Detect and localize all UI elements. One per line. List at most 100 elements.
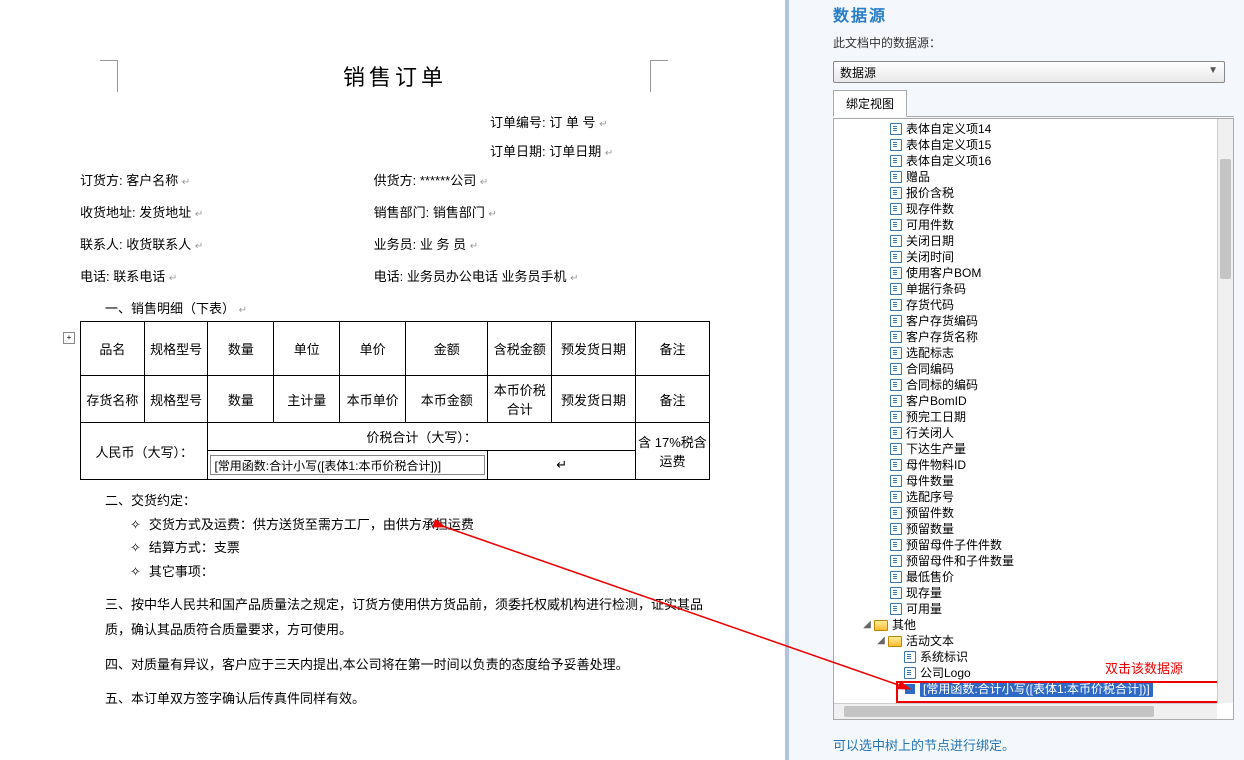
formula-input[interactable] bbox=[210, 455, 485, 475]
tree-item[interactable]: 下达生产量 bbox=[890, 441, 1233, 457]
addr-label: 收货地址: bbox=[80, 205, 136, 220]
section-3: 三、按中华人民共和国产品质量法之规定，订货方使用供方货品前，须委托权威机构进行检… bbox=[105, 593, 710, 642]
tree-folder[interactable]: ◢ 其他 bbox=[862, 617, 1233, 633]
td-amount: 本币金额 bbox=[406, 376, 488, 423]
tree-item[interactable]: 预完工日期 bbox=[890, 409, 1233, 425]
panel-title: 数据源 bbox=[789, 0, 1244, 32]
td-unit: 主计量 bbox=[274, 376, 340, 423]
expander-icon[interactable]: ◢ bbox=[862, 620, 872, 630]
tree-item[interactable]: 关闭日期 bbox=[890, 233, 1233, 249]
file-icon bbox=[890, 363, 902, 375]
formula-cell[interactable] bbox=[208, 451, 488, 480]
tree-item[interactable]: 报价含税 bbox=[890, 185, 1233, 201]
rmb-upper-cell: 人民币（大写）： bbox=[81, 423, 208, 480]
tab-binding-view[interactable]: 绑定视图 bbox=[833, 90, 907, 117]
section-4: 四、对质量有异议，客户应于三天内提出,本公司将在第一时间以负责的态度给予妥善处理… bbox=[105, 653, 710, 678]
tree-item[interactable]: 表体自定义项15 bbox=[890, 137, 1233, 153]
tree-item[interactable]: 表体自定义项16 bbox=[890, 153, 1233, 169]
tree-item-label: 客户BomID bbox=[906, 393, 967, 409]
file-icon bbox=[890, 299, 902, 311]
tree-folder[interactable]: ◢活动文本 bbox=[876, 633, 1233, 649]
tree-item[interactable]: 合同编码 bbox=[890, 361, 1233, 377]
file-icon bbox=[890, 491, 902, 503]
tree-item-label: 客户存货编码 bbox=[906, 313, 978, 329]
tree-item[interactable]: 预留件数 bbox=[890, 505, 1233, 521]
th-name: 品名 bbox=[81, 322, 145, 376]
tree-item[interactable]: 母件物料ID bbox=[890, 457, 1233, 473]
tree-item-label: 表体自定义项14 bbox=[906, 121, 991, 137]
tree-item-label: 下达生产量 bbox=[906, 441, 966, 457]
tree-item[interactable]: 客户存货名称 bbox=[890, 329, 1233, 345]
file-icon bbox=[890, 251, 902, 263]
tree-item[interactable]: 存货代码 bbox=[890, 297, 1233, 313]
scrollbar-thumb-h[interactable] bbox=[844, 706, 1154, 717]
file-icon bbox=[890, 139, 902, 151]
td-ship-date: 预发货日期 bbox=[552, 376, 636, 423]
datasource-dropdown[interactable]: 数据源 bbox=[833, 61, 1225, 83]
file-icon bbox=[890, 555, 902, 567]
th-unit: 单位 bbox=[274, 322, 340, 376]
tree-item-label: 单据行条码 bbox=[906, 281, 966, 297]
tree-scrollbar-horizontal[interactable] bbox=[834, 703, 1217, 719]
file-icon bbox=[890, 267, 902, 279]
file-icon bbox=[890, 507, 902, 519]
tree-item-label: 选配标志 bbox=[906, 345, 954, 361]
tree-item[interactable]: 客户存货编码 bbox=[890, 313, 1233, 329]
tree-item[interactable]: 关闭时间 bbox=[890, 249, 1233, 265]
tree-item[interactable]: 使用客户BOM bbox=[890, 265, 1233, 281]
tree-item[interactable]: 现存件数 bbox=[890, 201, 1233, 217]
tree-item[interactable]: 可用量 bbox=[890, 601, 1233, 617]
th-price: 单价 bbox=[340, 322, 406, 376]
tree-item[interactable]: 单据行条码 bbox=[890, 281, 1233, 297]
tree-item[interactable]: 选配序号 bbox=[890, 489, 1233, 505]
phone2-label: 电话: bbox=[374, 269, 404, 284]
contact-label: 联系人: bbox=[80, 237, 123, 252]
tree-item-label: 最低售价 bbox=[906, 569, 954, 585]
td-price: 本币单价 bbox=[340, 376, 406, 423]
tree-item-label: 使用客户BOM bbox=[906, 265, 981, 281]
contact-value: 收货联系人 bbox=[126, 237, 191, 252]
scrollbar-thumb[interactable] bbox=[1220, 159, 1231, 279]
file-icon bbox=[904, 651, 916, 663]
tree-item[interactable]: 现存量 bbox=[890, 585, 1233, 601]
bullet-2: ✧结算方式：支票 bbox=[130, 536, 710, 559]
tree-item[interactable]: 赠品 bbox=[890, 169, 1233, 185]
document-canvas: + 销售订单 订单编号: 订 单 号 ↵ 订单日期: 订单日期 ↵ 订货方: 客… bbox=[0, 0, 785, 760]
folder-icon bbox=[888, 636, 902, 647]
tree-item[interactable]: 预留母件子件件数 bbox=[890, 537, 1233, 553]
tree-item-label: 可用件数 bbox=[906, 217, 954, 233]
file-icon bbox=[890, 123, 902, 135]
empty-cell: ↵ bbox=[488, 451, 635, 480]
file-icon bbox=[890, 475, 902, 487]
th-qty: 数量 bbox=[208, 322, 274, 376]
file-icon bbox=[890, 235, 902, 247]
folder-label: 其他 bbox=[892, 617, 916, 633]
tree-scrollbar-vertical[interactable] bbox=[1217, 119, 1233, 703]
tree-item[interactable]: 可用件数 bbox=[890, 217, 1233, 233]
tree-item[interactable]: 预留母件和子件数量 bbox=[890, 553, 1233, 569]
tree-item-selected[interactable]: [常用函数:合计小写([表体1:本币价税合计])] bbox=[890, 681, 1233, 697]
tree-item[interactable]: 合同标的编码 bbox=[890, 377, 1233, 393]
tree-item[interactable]: 表体自定义项14 bbox=[890, 121, 1233, 137]
dept-label: 销售部门: bbox=[374, 205, 430, 220]
expander-icon[interactable]: ◢ bbox=[876, 636, 886, 646]
datasource-tree[interactable]: 表体自定义项14表体自定义项15表体自定义项16赠品报价含税现存件数可用件数关闭… bbox=[834, 119, 1233, 719]
tree-item[interactable]: 行关闭人 bbox=[890, 425, 1233, 441]
th-amount: 金额 bbox=[406, 322, 488, 376]
tree-item[interactable]: 选配标志 bbox=[890, 345, 1233, 361]
file-icon bbox=[890, 155, 902, 167]
tree-item[interactable]: 客户BomID bbox=[890, 393, 1233, 409]
tree-item-label: 合同编码 bbox=[906, 361, 954, 377]
supplier-label: 供货方: bbox=[374, 173, 417, 188]
dropdown-selected: 数据源 bbox=[840, 66, 876, 80]
tree-item[interactable]: 最低售价 bbox=[890, 569, 1233, 585]
tree-item-label: 预留母件子件件数 bbox=[906, 537, 1002, 553]
file-icon bbox=[890, 459, 902, 471]
tree-item-label: 系统标识 bbox=[920, 649, 968, 665]
table-handle-icon[interactable]: + bbox=[63, 332, 75, 344]
tree-item[interactable]: 预留数量 bbox=[890, 521, 1233, 537]
tree-item-label: 母件物料ID bbox=[906, 457, 966, 473]
th-tax-amount: 含税金额 bbox=[488, 322, 552, 376]
detail-table[interactable]: 品名 规格型号 数量 单位 单价 金额 含税金额 预发货日期 备注 存货名称 规… bbox=[80, 321, 710, 480]
tree-item[interactable]: 母件数量 bbox=[890, 473, 1233, 489]
